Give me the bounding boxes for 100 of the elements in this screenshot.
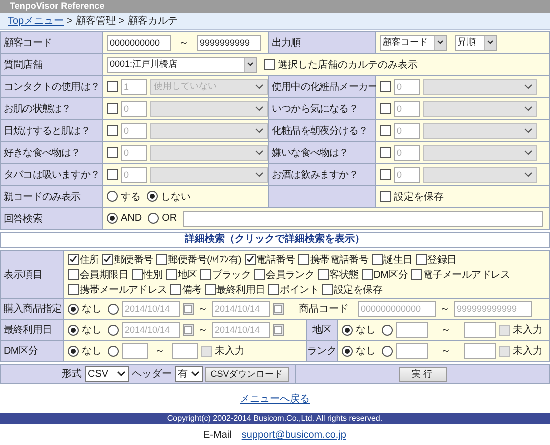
checkbox[interactable] (372, 254, 383, 265)
input-field[interactable]: 9999999999 (197, 34, 261, 50)
radio-button[interactable] (147, 191, 158, 202)
checkbox[interactable] (380, 103, 391, 114)
radio-button[interactable] (342, 346, 353, 356)
field-label: 表示項目 (1, 251, 63, 298)
radio-button[interactable] (68, 304, 79, 314)
checkbox-label: 選択した店舗のカルテのみ表示 (278, 58, 418, 72)
field-label: 好きな食べ物は？ (1, 142, 102, 163)
checkbox[interactable] (166, 269, 177, 280)
date-field[interactable]: 2014/10/14 (212, 322, 270, 338)
checkbox[interactable] (322, 284, 334, 295)
checkbox-label: DM区分 (374, 268, 408, 282)
caret-icon (255, 172, 264, 178)
csv-download-button[interactable]: CSVダウンロード (205, 366, 289, 382)
checkbox[interactable] (132, 269, 143, 280)
checkbox[interactable] (156, 254, 168, 265)
input-field[interactable] (464, 343, 496, 359)
input-field[interactable] (396, 322, 428, 338)
checkbox[interactable] (380, 191, 391, 202)
store-dropdown[interactable]: 0001:江戸川橋店 (107, 56, 257, 72)
checkbox[interactable] (68, 284, 79, 295)
count-field[interactable]: 0 (394, 100, 420, 116)
count-field[interactable]: 0 (394, 122, 420, 138)
caret-icon (437, 40, 444, 45)
radio-button[interactable] (108, 324, 119, 336)
radio-button[interactable] (107, 191, 118, 202)
checkbox[interactable] (107, 125, 118, 136)
date-field[interactable]: 2014/10/14 (122, 322, 180, 338)
checkbox[interactable] (362, 269, 373, 280)
calendar-icon[interactable] (183, 303, 194, 315)
input-field[interactable] (122, 343, 148, 359)
checkbox[interactable] (107, 103, 118, 114)
date-field[interactable]: 2014/10/14 (212, 301, 270, 317)
field-label: タバコは吸いますか？ (1, 164, 102, 185)
checkbox[interactable] (107, 81, 118, 92)
email-link[interactable]: support@busicom.co.jp (242, 430, 346, 441)
checkbox[interactable] (416, 254, 427, 265)
header-dropdown[interactable]: 有 (175, 366, 203, 382)
sort-order-dropdown[interactable]: 昇順 (455, 34, 497, 50)
caret-icon (255, 84, 264, 90)
checkbox[interactable] (200, 269, 212, 280)
product-code-field[interactable]: 000000000000 (358, 301, 436, 317)
count-field[interactable]: 0 (121, 122, 147, 138)
answer-dropdown[interactable]: 使用していない (150, 78, 268, 94)
checkbox[interactable] (318, 269, 329, 280)
checkbox[interactable] (264, 59, 275, 70)
date-field[interactable]: 2014/10/14 (122, 301, 180, 317)
detail-search-toggle[interactable]: 詳細検索（クリックで詳細検索を表示） (0, 232, 550, 248)
checkbox[interactable] (68, 254, 79, 265)
field-label: 嫌いな食べ物は？ (269, 142, 375, 163)
checkbox-label: 客状態 (330, 268, 359, 282)
radio-button[interactable] (68, 324, 79, 336)
checkbox[interactable] (298, 254, 310, 265)
checkbox[interactable] (268, 284, 280, 295)
checkbox[interactable] (244, 254, 256, 265)
checkbox-label: 備考 (182, 284, 202, 296)
input-field[interactable] (172, 343, 198, 359)
calendar-icon[interactable] (183, 324, 194, 336)
calendar-icon[interactable] (273, 324, 284, 336)
count-field[interactable]: 1 (121, 78, 147, 94)
format-dropdown[interactable]: CSV (85, 366, 129, 382)
checkbox[interactable] (102, 254, 114, 265)
breadcrumb-link[interactable]: Topメニュー (8, 14, 64, 28)
radio-button[interactable] (382, 346, 393, 356)
count-field[interactable]: 0 (121, 100, 147, 116)
count-field[interactable]: 0 (394, 78, 420, 94)
sort-key-dropdown[interactable]: 顧客コード (380, 34, 447, 50)
answer-search-field[interactable] (183, 210, 543, 226)
radio-button[interactable] (382, 324, 393, 336)
input-field[interactable] (464, 322, 496, 338)
radio-button[interactable] (148, 213, 160, 224)
count-field[interactable]: 0 (394, 166, 420, 182)
calendar-icon[interactable] (273, 303, 284, 315)
checkbox[interactable] (411, 269, 422, 280)
checkbox[interactable] (380, 169, 391, 180)
radio-button[interactable] (108, 304, 119, 314)
run-button[interactable]: 実 行 (398, 366, 446, 382)
checkbox[interactable] (380, 81, 391, 92)
checkbox-label: 携帯メールアドレス (80, 284, 168, 296)
range-tilde: ～ (179, 36, 189, 50)
checkbox[interactable] (254, 269, 266, 280)
checkbox[interactable] (107, 147, 118, 158)
radio-button[interactable] (68, 346, 79, 356)
checkbox[interactable] (107, 169, 118, 180)
input-field[interactable] (396, 343, 428, 359)
radio-button[interactable] (108, 346, 119, 356)
radio-button[interactable] (107, 213, 118, 224)
product-code-field[interactable]: 999999999999 (454, 301, 532, 317)
checkbox[interactable] (170, 284, 182, 295)
checkbox[interactable] (68, 269, 79, 280)
count-field[interactable]: 0 (394, 144, 420, 160)
radio-button[interactable] (342, 324, 353, 336)
checkbox[interactable] (204, 284, 216, 295)
count-field[interactable]: 0 (121, 166, 147, 182)
input-field[interactable]: 0000000000 (107, 34, 171, 50)
checkbox[interactable] (380, 125, 391, 136)
count-field[interactable]: 0 (121, 144, 147, 160)
back-to-menu-link[interactable]: メニューへ戻る (240, 394, 310, 405)
checkbox[interactable] (380, 147, 391, 158)
